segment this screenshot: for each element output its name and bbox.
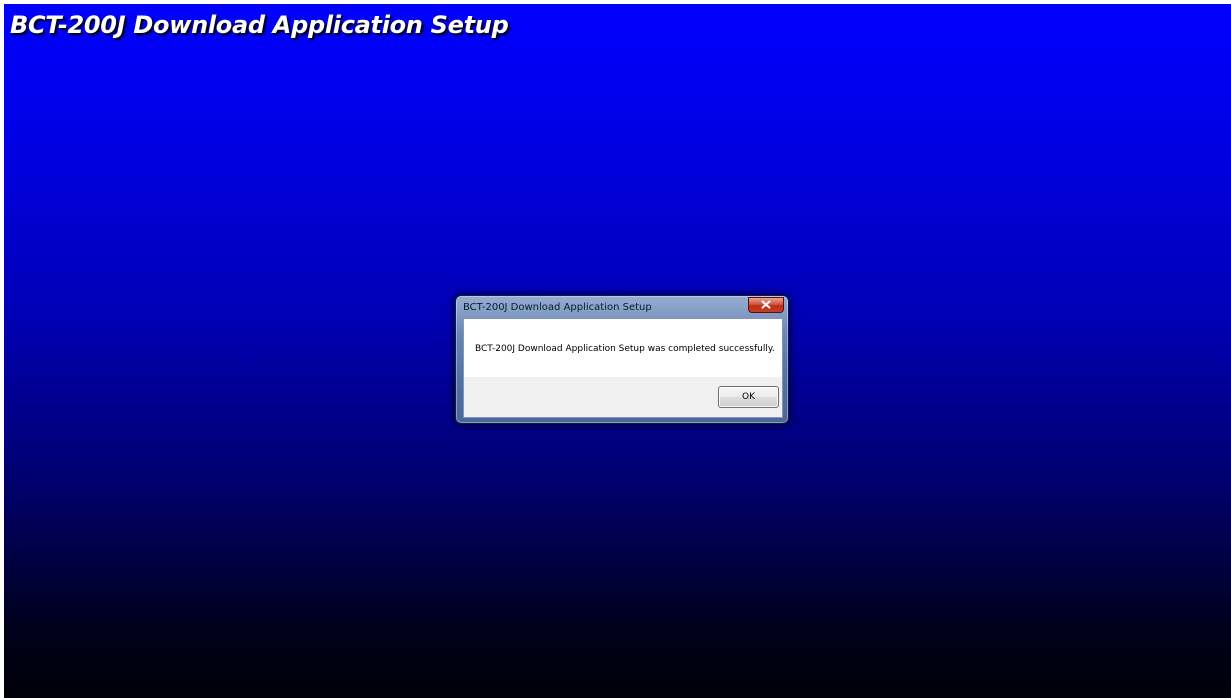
message-area: BCT-200J Download Application Setup was … xyxy=(464,319,782,377)
ok-button[interactable]: OK xyxy=(718,386,779,408)
dialog-body: BCT-200J Download Application Setup was … xyxy=(463,318,783,418)
dialog-title: BCT-200J Download Application Setup xyxy=(463,302,652,313)
setup-background: BCT-200J Download Application Setup BCT-… xyxy=(4,4,1231,698)
close-icon xyxy=(761,300,771,309)
close-button[interactable] xyxy=(748,297,784,313)
message-dialog: BCT-200J Download Application Setup BCT-… xyxy=(455,295,789,424)
dialog-message: BCT-200J Download Application Setup was … xyxy=(475,344,775,354)
setup-title: BCT-200J Download Application Setup xyxy=(10,11,509,39)
dialog-titlebar[interactable]: BCT-200J Download Application Setup xyxy=(456,296,788,317)
